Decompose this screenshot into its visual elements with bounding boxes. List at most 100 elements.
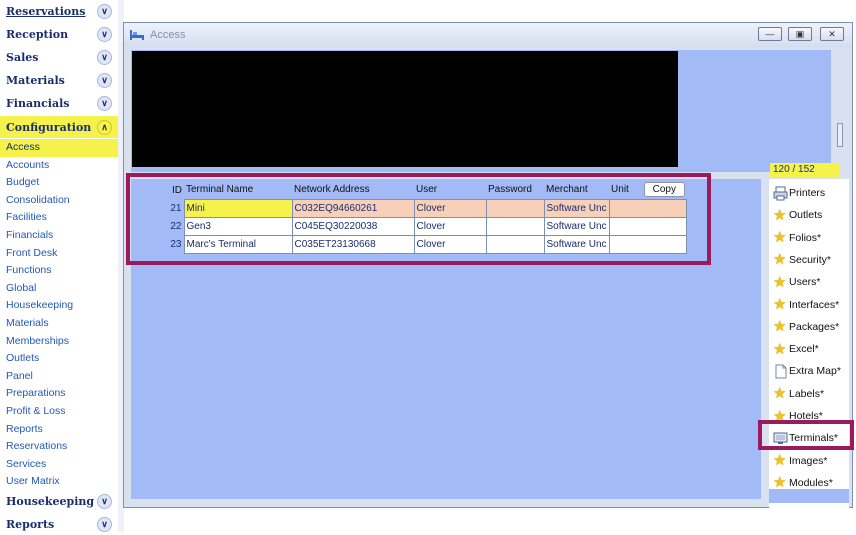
panel-item-labels[interactable]: ★ Labels* bbox=[773, 384, 824, 404]
panel-item-terminals[interactable]: Terminals* bbox=[773, 428, 838, 448]
window-title: Access bbox=[150, 29, 186, 41]
column-header-password[interactable]: Password bbox=[486, 181, 544, 199]
section-label: Materials bbox=[6, 73, 65, 87]
cell-password[interactable] bbox=[485, 216, 545, 236]
cell-network-address[interactable]: C032EQ94660261 bbox=[291, 198, 415, 218]
column-header-terminal-name[interactable]: Terminal Name bbox=[184, 181, 292, 199]
panel-item-outlets[interactable]: ★ Outlets bbox=[773, 205, 822, 225]
cell-network-address[interactable]: C045EQ30220038 bbox=[291, 216, 415, 236]
sidebar-item-facilities[interactable]: Facilities bbox=[0, 209, 118, 227]
panel-item-packages[interactable]: ★ Packages* bbox=[773, 317, 839, 337]
cell-user[interactable]: Clover bbox=[413, 216, 487, 236]
copy-button[interactable]: Copy bbox=[643, 182, 685, 198]
sidebar-item-outlets[interactable]: Outlets bbox=[0, 350, 118, 368]
sidebar-item-budget[interactable]: Budget bbox=[0, 174, 118, 192]
section-sales[interactable]: Sales ∨ bbox=[0, 46, 118, 68]
panel-item-extra-map[interactable]: Extra Map* bbox=[773, 361, 841, 381]
restore-button[interactable]: ▣ bbox=[788, 27, 812, 41]
printer-icon bbox=[773, 186, 788, 201]
panel-item-excel[interactable]: ★ Excel* bbox=[773, 339, 819, 359]
table-row[interactable]: 21 Mini C032EQ94660261 Clover Software U… bbox=[134, 198, 688, 218]
sidebar-item-front-desk[interactable]: Front Desk bbox=[0, 245, 118, 263]
cell-merchant[interactable]: Software Unc bbox=[543, 198, 610, 218]
panel-item-printers[interactable]: Printers bbox=[773, 183, 825, 203]
cell-unit[interactable] bbox=[608, 234, 688, 254]
panel-item-label: Security* bbox=[789, 253, 832, 266]
star-icon: ★ bbox=[773, 452, 787, 470]
sidebar-item-financials[interactable]: Financials bbox=[0, 227, 118, 245]
sidebar-item-panel[interactable]: Panel bbox=[0, 368, 118, 386]
cell-network-address[interactable]: C035ET23130668 bbox=[291, 234, 415, 254]
sidebar-item-reports[interactable]: Reports bbox=[0, 421, 118, 439]
cell-terminal-name[interactable]: Gen3 bbox=[183, 216, 293, 236]
table-row[interactable]: 22 Gen3 C045EQ30220038 Clover Software U… bbox=[134, 216, 688, 236]
chevron-down-icon[interactable]: ∨ bbox=[97, 49, 112, 65]
cell-unit[interactable] bbox=[608, 216, 688, 236]
chevron-down-icon[interactable]: ∨ bbox=[97, 3, 112, 19]
cell-user[interactable]: Clover bbox=[413, 198, 487, 218]
minimize-button[interactable]: — bbox=[758, 27, 782, 41]
cell-password[interactable] bbox=[485, 198, 545, 218]
panel-item-label: Interfaces* bbox=[789, 298, 840, 311]
panel-item-label: Modules* bbox=[789, 476, 833, 489]
bed-icon bbox=[130, 30, 144, 40]
cell-unit[interactable] bbox=[608, 198, 688, 218]
panel-item-label: Outlets bbox=[789, 209, 823, 222]
section-reservations[interactable]: Reservations ∨ bbox=[0, 0, 118, 22]
cell-terminal-name[interactable]: Marc's Terminal bbox=[183, 234, 293, 254]
sidebar-item-access[interactable]: Access bbox=[0, 139, 118, 157]
chevron-down-icon[interactable]: ∨ bbox=[97, 72, 112, 88]
sidebar-item-preparations[interactable]: Preparations bbox=[0, 385, 118, 403]
column-header-id[interactable]: ID bbox=[134, 181, 184, 199]
sidebar-item-accounts[interactable]: Accounts bbox=[0, 157, 118, 175]
column-header-network-address[interactable]: Network Address bbox=[292, 181, 414, 199]
sidebar-item-profit-loss[interactable]: Profit & Loss bbox=[0, 403, 118, 421]
window-titlebar[interactable]: Access bbox=[124, 23, 852, 47]
panel-item-security[interactable]: ★ Security* bbox=[773, 250, 831, 270]
sidebar-item-user-matrix[interactable]: User Matrix bbox=[0, 473, 118, 491]
cell-user[interactable]: Clover bbox=[413, 234, 487, 254]
cell-password[interactable] bbox=[485, 234, 545, 254]
panel-item-interfaces[interactable]: ★ Interfaces* bbox=[773, 295, 839, 315]
sidebar-item-services[interactable]: Services bbox=[0, 456, 118, 474]
section-materials[interactable]: Materials ∨ bbox=[0, 69, 118, 91]
section-label: Reservations bbox=[6, 4, 86, 18]
cell-id: 21 bbox=[134, 199, 184, 217]
section-configuration[interactable]: Configuration ∧ bbox=[0, 116, 118, 138]
star-icon: ★ bbox=[773, 229, 787, 247]
panel-item-users[interactable]: ★ Users* bbox=[773, 272, 821, 292]
chevron-down-icon[interactable]: ∨ bbox=[97, 26, 112, 42]
close-button[interactable]: ✕ bbox=[820, 27, 844, 41]
column-header-merchant[interactable]: Merchant bbox=[544, 181, 610, 199]
sidebar-item-consolidation[interactable]: Consolidation bbox=[0, 192, 118, 210]
cell-merchant[interactable]: Software Unc bbox=[543, 234, 610, 254]
chevron-down-icon[interactable]: ∨ bbox=[97, 95, 112, 111]
chevron-up-icon[interactable]: ∧ bbox=[97, 119, 112, 135]
panel-item-folios[interactable]: ★ Folios* bbox=[773, 228, 821, 248]
column-header-unit: Unit Copy bbox=[609, 181, 687, 199]
star-icon: ★ bbox=[773, 251, 787, 269]
cell-merchant[interactable]: Software Unc bbox=[543, 216, 610, 236]
chevron-down-icon[interactable]: ∨ bbox=[97, 516, 112, 532]
column-header-user[interactable]: User bbox=[414, 181, 486, 199]
navigation-sidebar: Reservations ∨ Reception ∨ Sales ∨ Mater… bbox=[0, 0, 118, 532]
section-housekeeping[interactable]: Housekeeping ∨ bbox=[0, 490, 118, 512]
section-financials[interactable]: Financials ∨ bbox=[0, 92, 118, 114]
sidebar-item-memberships[interactable]: Memberships bbox=[0, 333, 118, 351]
sidebar-item-reservations[interactable]: Reservations bbox=[0, 438, 118, 456]
sidebar-item-materials[interactable]: Materials bbox=[0, 315, 118, 333]
star-icon: ★ bbox=[773, 296, 787, 313]
sidebar-item-functions[interactable]: Functions bbox=[0, 262, 118, 280]
sidebar-item-housekeeping[interactable]: Housekeeping bbox=[0, 297, 118, 315]
chevron-down-icon[interactable]: ∨ bbox=[97, 493, 112, 509]
panel-item-hotels[interactable]: ★ Hotels* bbox=[773, 406, 823, 426]
vertical-scrollbar[interactable] bbox=[837, 123, 843, 147]
cell-terminal-name[interactable]: Mini bbox=[183, 198, 293, 218]
table-row[interactable]: 23 Marc's Terminal C035ET23130668 Clover… bbox=[134, 234, 688, 254]
section-label: Reports bbox=[6, 517, 55, 531]
panel-item-images[interactable]: ★ Images* bbox=[773, 451, 828, 471]
sidebar-item-global[interactable]: Global bbox=[0, 280, 118, 298]
section-reception[interactable]: Reception ∨ bbox=[0, 23, 118, 45]
panel-item-label: Extra Map* bbox=[789, 365, 841, 378]
panel-item-label: Printers bbox=[789, 187, 826, 199]
